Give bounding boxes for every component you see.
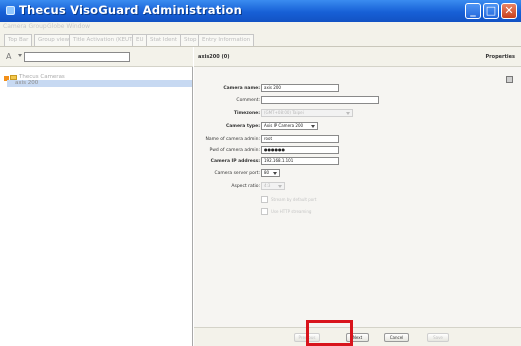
http-streaming-checkbox[interactable] bbox=[261, 208, 268, 215]
window-title: Thecus VisoGuard Administration bbox=[19, 3, 243, 17]
timezone-value: (GMT+08:00) Taipei bbox=[264, 110, 304, 115]
admin-name-field[interactable]: root bbox=[261, 135, 339, 143]
tree-camera-item[interactable]: axis 200 bbox=[15, 80, 38, 86]
menu-bar: Camera Group Globe Window bbox=[0, 22, 521, 32]
camera-name-label: Camera name: bbox=[223, 86, 260, 91]
save-icon[interactable] bbox=[506, 76, 513, 83]
tab-stat-ident[interactable]: Stat Ident bbox=[146, 34, 182, 46]
server-port-value: 80 bbox=[264, 170, 270, 175]
camera-type-select[interactable]: Axis IP Camera 200 bbox=[261, 122, 318, 130]
tab-group-view[interactable]: Group view bbox=[34, 34, 74, 46]
camera-type-value: Axis IP Camera 200 bbox=[264, 123, 304, 128]
chevron-down-icon bbox=[346, 112, 350, 115]
chevron-down-icon bbox=[278, 185, 282, 188]
panel-title: axis200 (0) bbox=[198, 54, 230, 60]
maximize-button[interactable]: □ bbox=[483, 3, 499, 19]
next-button-highlight bbox=[306, 320, 353, 346]
ip-address-label: Camera IP address: bbox=[210, 159, 260, 164]
ip-address-field[interactable]: 192.168.1.101 bbox=[261, 157, 339, 165]
chevron-down-icon[interactable] bbox=[18, 54, 22, 57]
timezone-label: Timezone: bbox=[233, 111, 260, 116]
camera-tree-panel: A Thecus Cameras axis 200 bbox=[0, 47, 193, 346]
app-icon bbox=[6, 6, 15, 15]
admin-name-label: Name of camera admin: bbox=[205, 137, 260, 142]
tab-top-bar[interactable]: Top Bar bbox=[4, 34, 33, 46]
chevron-down-icon bbox=[273, 172, 277, 175]
save-button[interactable]: Save bbox=[427, 333, 449, 342]
http-streaming-checkbox-label: Use HTTP streaming bbox=[271, 209, 312, 214]
aspect-ratio-value: 4:3 bbox=[264, 183, 271, 188]
camera-properties-panel: axis200 (0) Properties Camera name: axis… bbox=[194, 47, 521, 346]
tab-title-activation[interactable]: Title Activation (KEUT) bbox=[69, 34, 139, 46]
admin-password-label: Pwd of camera admin: bbox=[209, 148, 261, 153]
cancel-button[interactable]: Cancel bbox=[384, 333, 409, 342]
comment-label: Comment: bbox=[236, 98, 260, 103]
comment-field[interactable] bbox=[261, 96, 379, 104]
tab-entry-information[interactable]: Entry Information bbox=[198, 34, 255, 46]
aspect-ratio-label: Aspect ratio: bbox=[231, 184, 260, 189]
timezone-select[interactable]: (GMT+08:00) Taipei bbox=[261, 109, 353, 117]
filter-input[interactable] bbox=[24, 52, 130, 62]
panel-header: axis200 (0) Properties bbox=[194, 47, 521, 67]
aspect-ratio-select[interactable]: 4:3 bbox=[261, 182, 285, 190]
tab-bar: Top Bar Group view Title Activation (KEU… bbox=[0, 32, 521, 47]
default-port-checkbox[interactable] bbox=[261, 196, 268, 203]
menu-camera-group[interactable]: Camera Group bbox=[3, 23, 47, 30]
admin-password-field[interactable]: ●●●●●● bbox=[261, 146, 339, 154]
minimize-button[interactable]: _ bbox=[465, 3, 481, 19]
menu-globe-window[interactable]: Globe Window bbox=[47, 23, 90, 30]
sort-icon[interactable]: A bbox=[6, 52, 16, 62]
tree-toolbar: A bbox=[0, 47, 193, 67]
close-button[interactable]: ✕ bbox=[501, 3, 517, 19]
chevron-down-icon bbox=[311, 125, 315, 128]
default-port-checkbox-label: Stream by default port bbox=[271, 197, 317, 202]
server-port-select[interactable]: 80 bbox=[261, 169, 280, 177]
button-bar: Previous Next Cancel Save bbox=[194, 327, 521, 346]
properties-label: Properties bbox=[485, 54, 515, 60]
camera-name-field[interactable]: axis 200 bbox=[261, 84, 339, 92]
server-port-label: Camera server port: bbox=[214, 171, 260, 176]
camera-type-label: Camera type: bbox=[225, 124, 260, 129]
title-bar: Thecus VisoGuard Administration _ □ ✕ bbox=[0, 0, 521, 22]
